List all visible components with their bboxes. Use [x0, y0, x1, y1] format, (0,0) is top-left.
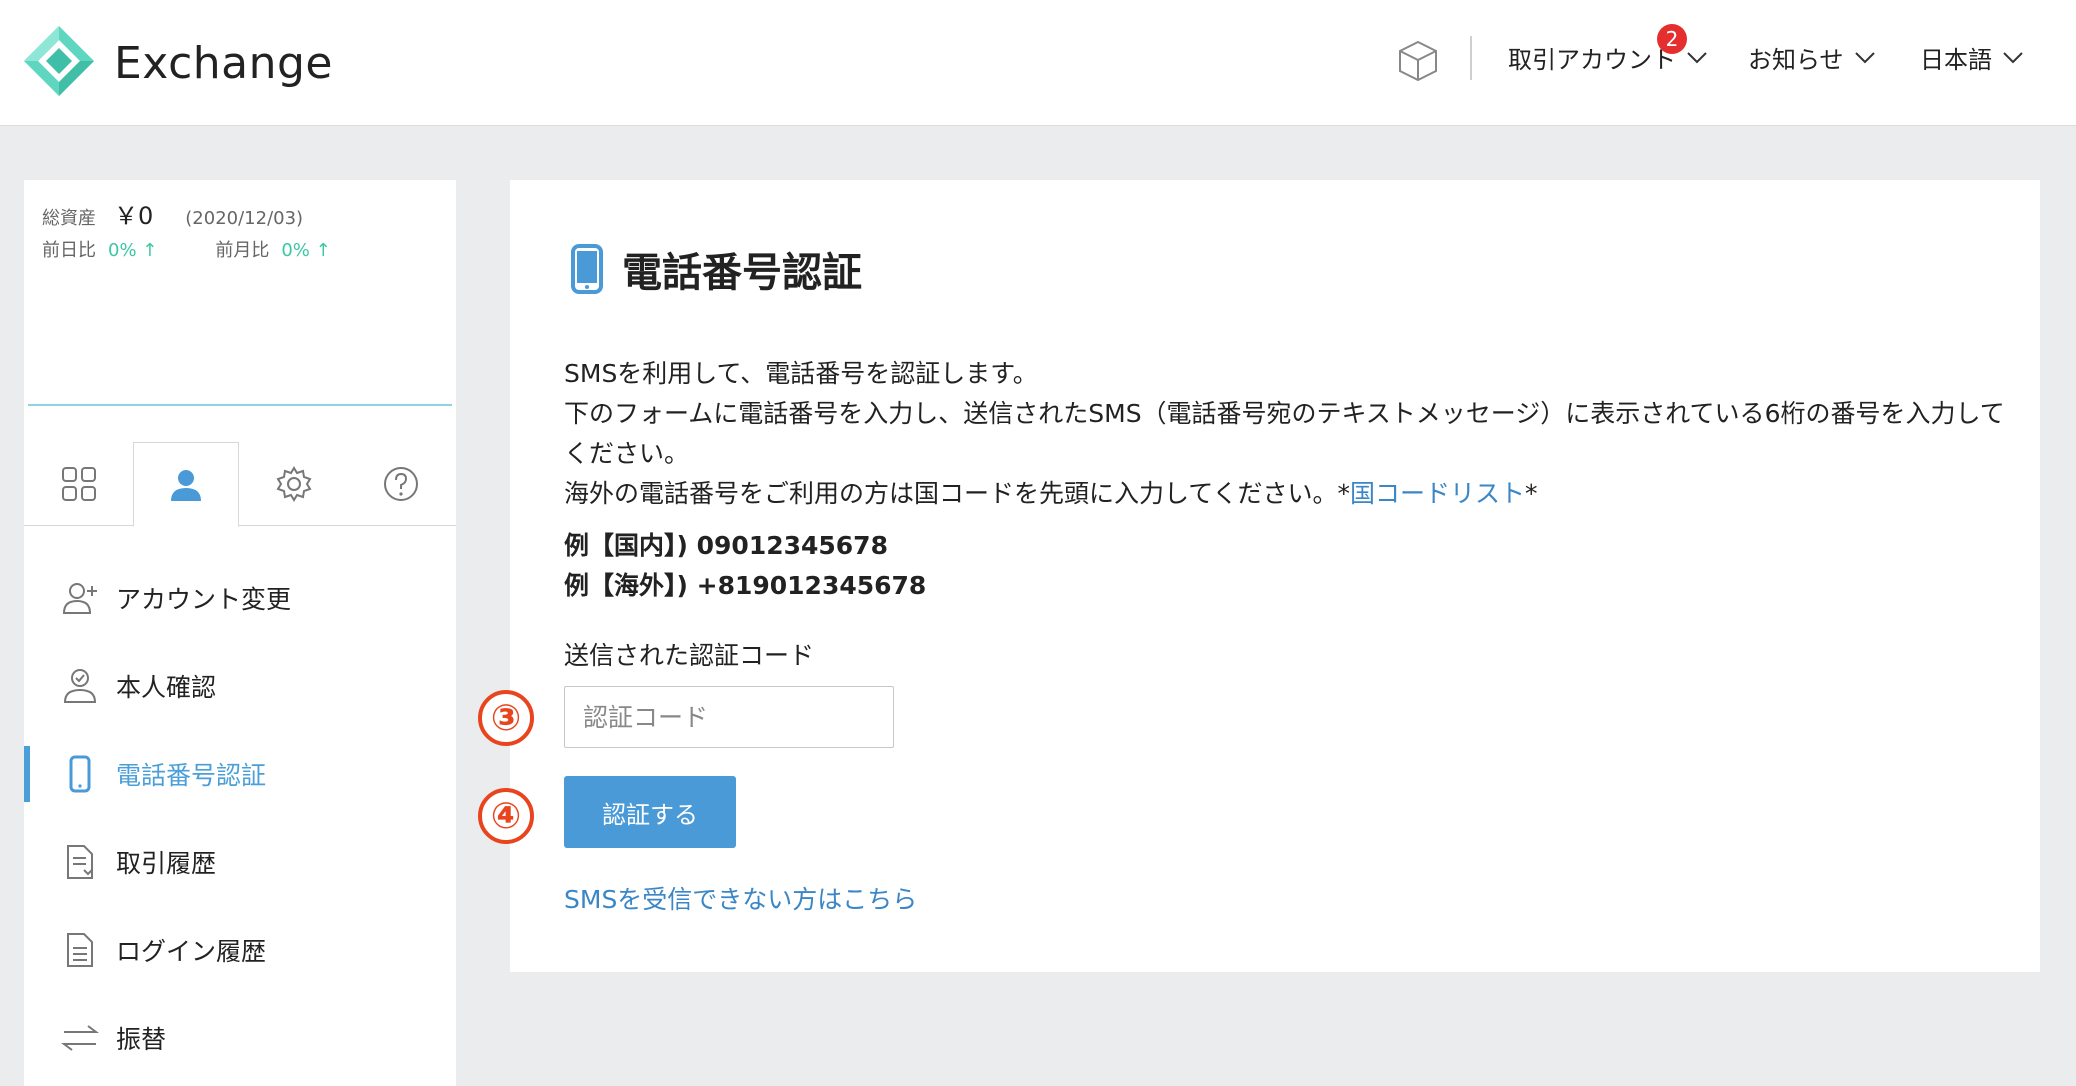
page-title: 電話番号認証: [622, 250, 862, 296]
phone-icon: [69, 755, 91, 793]
sidebar-item-transfer[interactable]: 振替: [24, 994, 456, 1082]
phone-icon: [571, 244, 603, 294]
total-assets-label: 総資産: [42, 208, 96, 229]
sidebar-item-login-history[interactable]: ログイン履歴: [24, 906, 456, 994]
sidebar-menu: アカウント変更 本人確認 電話番号認証 取引履歴 ログイン履歴 振替: [24, 554, 456, 1082]
day-change-value: 0% ↑: [108, 240, 158, 261]
grid-icon: [62, 467, 96, 501]
sidebar: 総資産 ￥0 (2020/12/03) 前日比 0% ↑ 前月比 0% ↑ アカ…: [24, 180, 456, 1086]
user-add-icon: [62, 583, 97, 614]
tab-settings[interactable]: [241, 442, 347, 526]
tab-dashboard[interactable]: [26, 442, 132, 526]
day-change-label: 前日比: [42, 240, 96, 261]
main-panel: 電話番号認証 SMSを利用して、電話番号を認証します。 下のフォームに電話番号を…: [510, 180, 2040, 972]
nav-language-label: 日本語: [1920, 46, 1992, 74]
nav-news-label: お知らせ: [1748, 46, 1844, 74]
sidebar-item-label: 振替: [116, 1025, 167, 1054]
sms-help-link[interactable]: SMSを受信できない方はこちら: [564, 880, 917, 916]
assets-date: (2020/12/03): [185, 208, 304, 229]
step-marker-3: ③: [478, 690, 534, 746]
example-domestic: 例【国内】) 09012345678: [564, 531, 888, 560]
verify-button[interactable]: 認証する: [564, 776, 736, 848]
sidebar-item-label: 取引履歴: [116, 849, 217, 878]
tab-account[interactable]: [133, 442, 239, 527]
exchange-logo-icon[interactable]: [22, 24, 96, 98]
sidebar-item-label: ログイン履歴: [116, 937, 267, 966]
verification-code-input[interactable]: [564, 686, 894, 748]
help-icon: [384, 467, 418, 501]
sidebar-item-trade-history[interactable]: 取引履歴: [24, 818, 456, 906]
asset-summary: 総資産 ￥0 (2020/12/03) 前日比 0% ↑ 前月比 0% ↑: [42, 196, 442, 276]
top-header: Exchange 取引アカウント 2 お知らせ 日本語: [0, 0, 2076, 126]
chevron-down-icon: [1854, 51, 1875, 63]
transfer-icon: [61, 1025, 99, 1051]
instruction-text: 海外の電話番号をご利用の方は国コードを先頭に入力してください。*: [564, 479, 1351, 508]
sidebar-item-phone-verification[interactable]: 電話番号認証: [24, 730, 456, 818]
code-field-label: 送信された認証コード: [564, 641, 815, 670]
instruction-line: SMSを利用して、電話番号を認証します。: [564, 359, 1038, 388]
document-icon: [67, 933, 93, 967]
sidebar-item-label: アカウント変更: [116, 585, 292, 614]
chevron-down-icon: [1687, 51, 1707, 63]
example-overseas: 例【海外】) +819012345678: [564, 571, 927, 600]
instructions: SMSを利用して、電話番号を認証します。 下のフォームに電話番号を入力し、送信さ…: [564, 354, 2024, 514]
nav-language[interactable]: 日本語: [1920, 40, 2024, 75]
cube-icon[interactable]: [1396, 38, 1440, 84]
page-header: 電話番号認証: [570, 240, 862, 298]
gear-icon: [276, 466, 312, 502]
step-marker-4: ④: [478, 788, 534, 844]
notification-badge: 2: [1657, 24, 1687, 54]
sidebar-item-label: 本人確認: [116, 673, 217, 702]
sidebar-item-account-change[interactable]: アカウント変更: [24, 554, 456, 642]
tab-help[interactable]: [348, 442, 454, 526]
country-code-list-link[interactable]: 国コードリスト: [1350, 479, 1525, 508]
sidebar-tabs: [24, 442, 456, 527]
month-change-label: 前月比: [215, 240, 270, 261]
header-divider: [1470, 36, 1472, 80]
nav-trading-account-label: 取引アカウント: [1508, 46, 1676, 74]
nav-news[interactable]: お知らせ: [1748, 40, 1876, 75]
sidebar-item-identity[interactable]: 本人確認: [24, 642, 456, 730]
month-change-value: 0% ↑: [281, 240, 331, 261]
sidebar-item-label: 電話番号認証: [116, 761, 267, 790]
instruction-line: 下のフォームに電話番号を入力し、送信されたSMS（電話番号宛のテキストメッセージ…: [564, 399, 2005, 468]
chevron-down-icon: [2003, 51, 2023, 63]
instruction-line: 海外の電話番号をご利用の方は国コードを先頭に入力してください。*国コードリスト*: [564, 474, 2024, 514]
sidebar-divider: [28, 404, 452, 406]
user-check-icon: [63, 669, 97, 703]
document-download-icon: [67, 845, 93, 879]
instruction-text: *: [1525, 479, 1538, 508]
user-icon: [171, 469, 201, 501]
brand-name[interactable]: Exchange: [114, 38, 333, 89]
total-assets-value: ￥0: [114, 202, 154, 230]
